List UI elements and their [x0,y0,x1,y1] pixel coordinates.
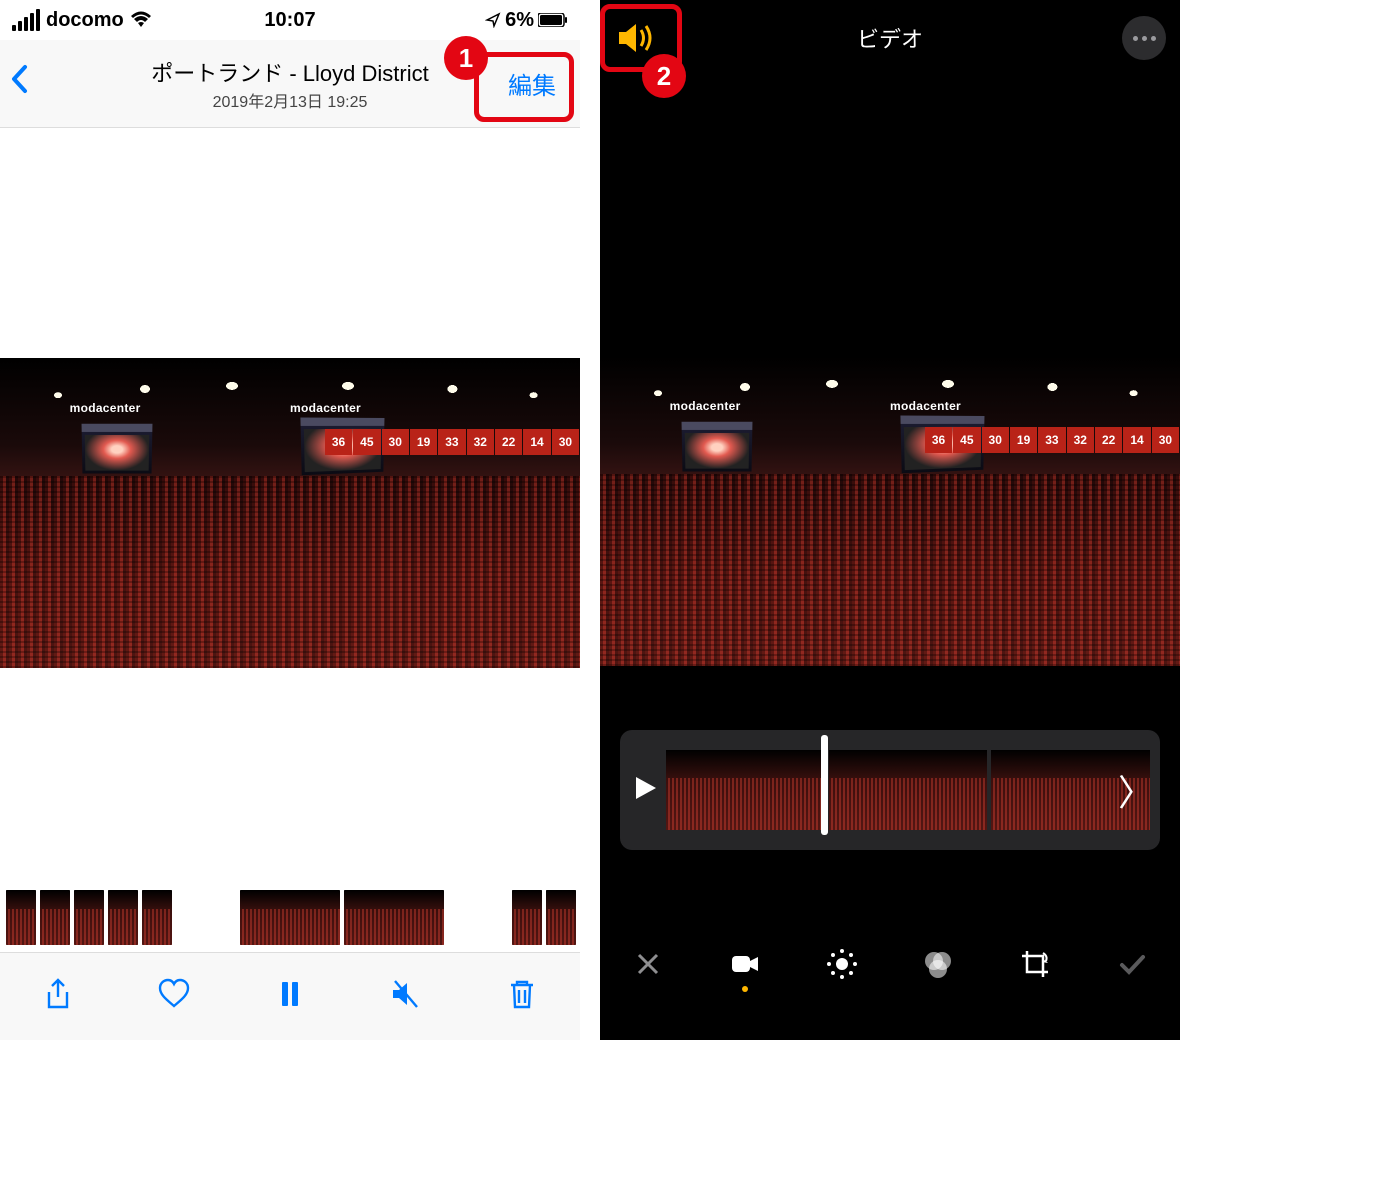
time-label: 10:07 [264,9,315,31]
playhead[interactable] [821,735,828,835]
edit-toolbar [600,930,1180,1010]
thumb-current[interactable] [344,890,444,945]
video-scrubber[interactable]: 〈 〉 [620,730,1160,850]
filmstrip[interactable] [0,882,580,952]
trim-handle-right[interactable]: 〉 [1118,764,1154,816]
scrub-thumb[interactable] [666,750,825,830]
video-tab[interactable] [729,948,761,992]
video-preview-edit[interactable]: modacenter modacenter 3645 3019 3332 221… [600,356,1180,666]
crop-tab[interactable] [1019,948,1051,992]
more-button[interactable] [1122,16,1166,60]
thumb[interactable] [512,890,542,945]
thumb[interactable] [240,890,340,945]
thumb[interactable] [546,890,576,945]
thumb[interactable] [108,890,138,945]
thumb[interactable] [40,890,70,945]
annotation-badge-1: 1 [444,36,488,80]
cancel-button[interactable] [632,948,664,992]
battery-icon [538,13,568,27]
scoreboard-ring: 3645 3019 3332 2214 30 [325,429,580,455]
video-preview[interactable]: modacenter modacenter 3645 3019 3332 221… [0,358,580,668]
viewer-toolbar [0,952,580,1040]
trash-button[interactable] [505,977,539,1016]
wifi-icon [130,11,152,29]
thumb[interactable] [74,890,104,945]
carrier-label: docomo [46,9,124,32]
battery-pct: 6% [505,9,534,32]
favorite-button[interactable] [157,977,191,1016]
scoreboard-ring: 3645 3019 3332 2214 30 [925,427,1180,453]
thumb[interactable] [142,890,172,945]
mute-button[interactable] [389,977,423,1016]
scrub-thumb[interactable] [829,750,988,830]
photo-subtitle: 2019年2月13日 19:25 [151,88,428,112]
adjust-tab[interactable] [826,948,858,992]
done-button[interactable] [1116,948,1148,992]
share-button[interactable] [41,977,75,1016]
location-icon [485,12,501,28]
back-button[interactable] [10,64,30,103]
signal-icon [12,9,40,31]
play-button[interactable] [630,773,660,808]
status-bar: docomo 10:07 6% [0,0,580,40]
annotation-box-1 [474,52,574,122]
annotation-badge-2: 2 [642,54,686,98]
photo-title: ポートランド - Lloyd District [151,56,428,88]
filters-tab[interactable] [922,948,954,992]
edit-header: ビデオ [600,0,1180,76]
left-phone-viewer: docomo 10:07 6% ポートランド - Lloyd District … [0,0,580,1040]
right-phone-editor: ビデオ 2 modacenter modacenter 3645 3019 33… [600,0,1180,1040]
edit-title: ビデオ [857,22,923,54]
thumb[interactable] [6,890,36,945]
pause-button[interactable] [273,977,307,1016]
